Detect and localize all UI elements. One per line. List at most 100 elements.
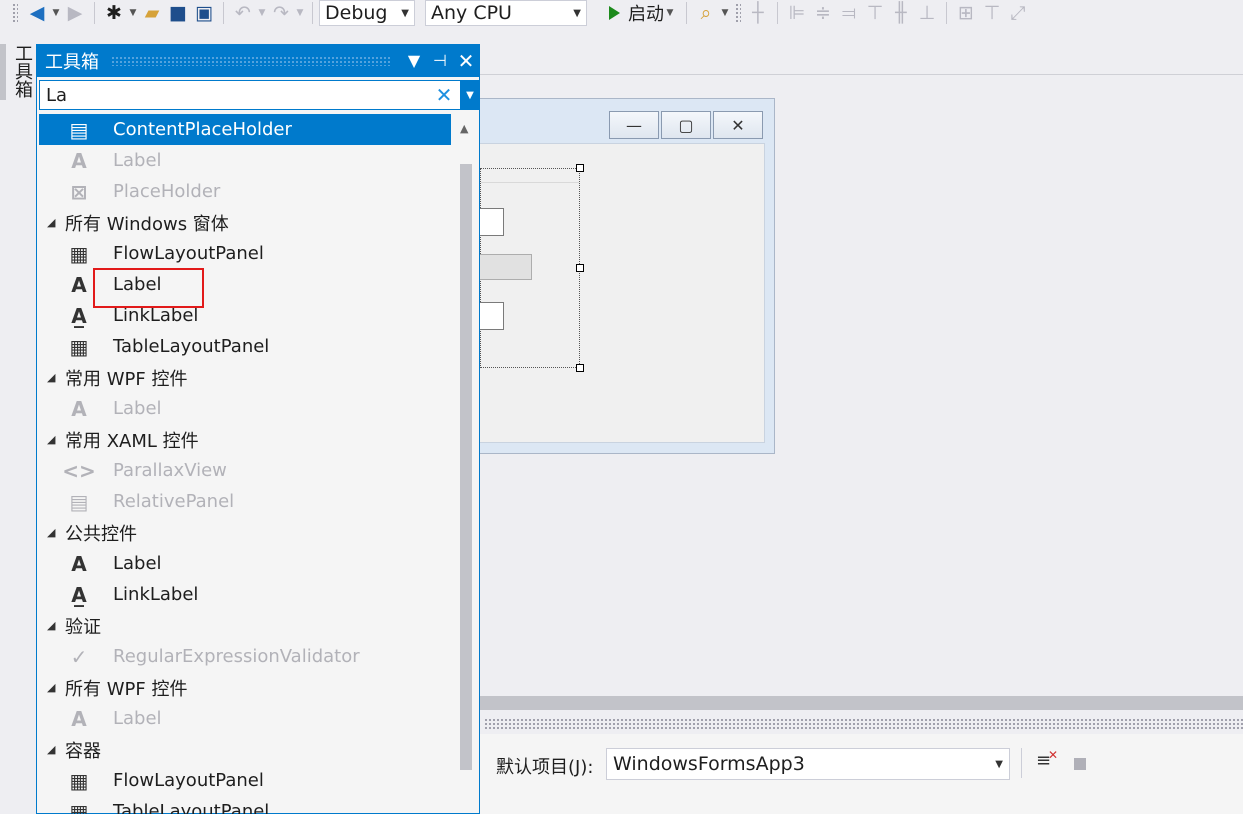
solution-config-select[interactable]: Debug ▼: [319, 0, 415, 26]
toolbox-vertical-scrollbar[interactable]: ▲: [457, 114, 475, 814]
expand-triangle-icon[interactable]: ◢: [47, 433, 65, 446]
align-rights-icon[interactable]: ⫤: [836, 1, 862, 25]
toolbox-item-label: LinkLabel: [113, 305, 199, 326]
redo-dropdown-icon[interactable]: ▼: [294, 8, 306, 18]
toolbox-category-label: 验证: [65, 616, 101, 638]
toolbox-item[interactable]: A Label: [39, 393, 451, 424]
scrollbar-thumb[interactable]: [460, 164, 472, 770]
toolbox-title-bar[interactable]: 工具箱 ▼ ⊣ ✕: [37, 44, 479, 77]
panel-drag-grip[interactable]: [484, 718, 1243, 730]
toolbox-item[interactable]: ▦ FlowLayoutPanel: [39, 238, 451, 269]
designer-textbox[interactable]: [480, 302, 504, 330]
open-folder-icon[interactable]: ▰: [139, 1, 165, 25]
stop-icon[interactable]: [1074, 758, 1086, 770]
new-project-dropdown-icon[interactable]: ▼: [127, 8, 139, 18]
toolbox-category[interactable]: ◢ 容器: [39, 734, 451, 765]
toolbox-item[interactable]: ✓ RegularExpressionValidator: [39, 641, 451, 672]
toolbox-item[interactable]: ⊠ PlaceHolder: [39, 176, 451, 207]
toolbox-title: 工具箱: [45, 51, 99, 73]
undo-icon[interactable]: ↶: [230, 1, 256, 25]
expand-triangle-icon[interactable]: ◢: [47, 619, 65, 632]
search-options-dropdown[interactable]: ▼: [461, 80, 479, 110]
label-icon: A: [71, 272, 87, 297]
toolbox-search-input[interactable]: [46, 84, 434, 106]
toolbox-category[interactable]: ◢ 所有 Windows 窗体: [39, 207, 451, 238]
scroll-up-icon[interactable]: ▲: [460, 122, 468, 135]
toolbox-item[interactable]: ▦ TableLayoutPanel: [39, 331, 451, 362]
toolbox-category[interactable]: ◢ 常用 XAML 控件: [39, 424, 451, 455]
expand-triangle-icon[interactable]: ◢: [47, 743, 65, 756]
minimize-button[interactable]: —: [609, 111, 659, 139]
resize-handle[interactable]: [576, 164, 584, 172]
pin-icon[interactable]: ⊣: [427, 51, 453, 70]
toolbox-category[interactable]: ◢ 所有 WPF 控件: [39, 672, 451, 703]
toolbox-item-label: LinkLabel: [113, 584, 199, 605]
toolbox-category-label: 常用 XAML 控件: [65, 430, 199, 452]
designer-form-window[interactable]: — ▢ ✕: [468, 98, 775, 454]
save-icon[interactable]: ■: [165, 1, 191, 25]
toolbox-item[interactable]: A Label: [39, 145, 451, 176]
toolbox-item[interactable]: A Label: [39, 703, 451, 734]
toolbox-category[interactable]: ◢ 验证: [39, 610, 451, 641]
back-dropdown-icon[interactable]: ▼: [50, 8, 62, 18]
redo-icon[interactable]: ↷: [268, 1, 294, 25]
toolbox-item[interactable]: ▤ ContentPlaceHolder: [39, 114, 451, 145]
toolbar-grip[interactable]: [12, 3, 18, 23]
toolbar-grip[interactable]: [735, 3, 741, 23]
toolbox-item[interactable]: A Label: [39, 548, 451, 579]
back-icon[interactable]: ◀: [24, 1, 50, 25]
expand-triangle-icon[interactable]: ◢: [47, 681, 65, 694]
close-button[interactable]: ✕: [713, 111, 763, 139]
save-all-icon[interactable]: ▣: [191, 1, 217, 25]
close-icon[interactable]: ✕: [453, 49, 479, 73]
align-centers-icon[interactable]: ≑: [810, 1, 836, 25]
start-dropdown-icon[interactable]: ▼: [664, 8, 676, 18]
clear-console-icon[interactable]: ≡ ✕: [1036, 748, 1060, 776]
align-tops-icon[interactable]: ⊤: [862, 1, 888, 25]
toolbox-item-label: FlowLayoutPanel: [113, 243, 264, 264]
resize-handle[interactable]: [576, 364, 584, 372]
make-same-width-icon[interactable]: ⊞: [953, 1, 979, 25]
clear-search-icon[interactable]: ✕: [434, 83, 454, 107]
expand-triangle-icon[interactable]: ◢: [47, 526, 65, 539]
toolbar-separator: [777, 2, 778, 24]
new-project-icon[interactable]: ✱: [101, 1, 127, 25]
toolbox-item[interactable]: <> ParallaxView: [39, 455, 451, 486]
expand-triangle-icon[interactable]: ◢: [47, 216, 65, 229]
form-client-area[interactable]: [479, 143, 765, 443]
align-middles-icon[interactable]: ╫: [888, 1, 914, 25]
toolbox-category[interactable]: ◢ 常用 WPF 控件: [39, 362, 451, 393]
find-dropdown-icon[interactable]: ▼: [719, 8, 731, 18]
maximize-button[interactable]: ▢: [661, 111, 711, 139]
solution-platform-select[interactable]: Any CPU ▼: [425, 0, 587, 26]
start-button[interactable]: 启动 ▼: [597, 0, 676, 26]
toolbox-category[interactable]: ◢ 公共控件: [39, 517, 451, 548]
forward-icon[interactable]: ▶: [62, 1, 88, 25]
default-project-select[interactable]: WindowsFormsApp3 ▼: [606, 748, 1010, 780]
solution-platform-value: Any CPU: [431, 2, 512, 24]
toolbox-item[interactable]: ▤ RelativePanel: [39, 486, 451, 517]
align-to-grid-icon[interactable]: ┼: [745, 1, 771, 25]
expand-triangle-icon[interactable]: ◢: [47, 371, 65, 384]
play-icon: [609, 6, 620, 20]
toolbox-item[interactable]: ▦ FlowLayoutPanel: [39, 765, 451, 796]
form-title-bar[interactable]: — ▢ ✕: [469, 99, 774, 139]
toolbox-item[interactable]: A̲ LinkLabel: [39, 579, 451, 610]
window-position-icon[interactable]: ▼: [401, 51, 427, 70]
toolbox-category-label: 常用 WPF 控件: [65, 368, 188, 390]
align-bottoms-icon[interactable]: ⊥: [914, 1, 940, 25]
designer-button[interactable]: [480, 254, 532, 280]
flow-layout-panel-icon: ▦: [69, 241, 89, 266]
toolbox-window: 工具箱 ▼ ⊣ ✕ ✕ ▼ ▤ ContentPlaceHolder A Label ⊠…: [36, 44, 480, 814]
toolbox-search-field[interactable]: ✕: [39, 80, 461, 110]
size-to-grid-icon[interactable]: ⤢: [1005, 1, 1031, 25]
designer-textbox[interactable]: [480, 208, 504, 236]
designer-horizontal-scrollbar[interactable]: [480, 696, 1243, 710]
toolbox-side-tab[interactable]: 工具箱: [0, 44, 36, 814]
align-lefts-icon[interactable]: ⊫: [784, 1, 810, 25]
toolbox-item[interactable]: ▦ TableLayoutPanel: [39, 796, 451, 814]
resize-handle[interactable]: [576, 264, 584, 272]
make-same-height-icon[interactable]: ⊤: [979, 1, 1005, 25]
undo-dropdown-icon[interactable]: ▼: [256, 8, 268, 18]
find-icon[interactable]: ⌕: [693, 1, 719, 25]
